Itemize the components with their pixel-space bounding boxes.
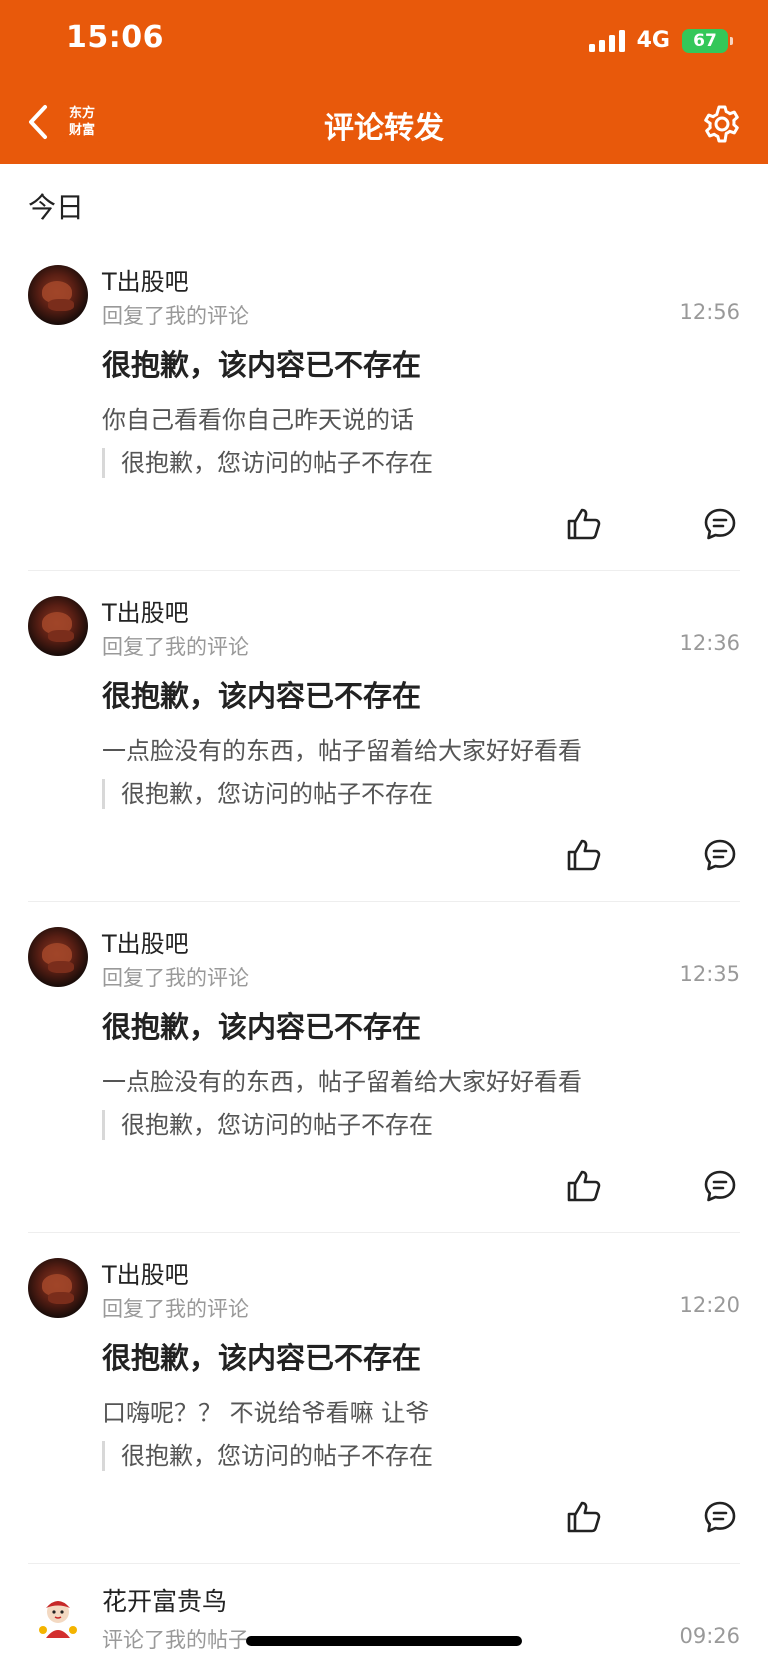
- battery-icon: 67: [682, 28, 733, 53]
- reply-headline[interactable]: 很抱歉，该内容已不存在: [102, 1004, 421, 1046]
- network-type: 4G: [636, 28, 670, 53]
- thumbs-up-icon: [567, 508, 601, 540]
- reply-headline[interactable]: 很抱歉，该内容已不存在: [102, 673, 421, 715]
- username[interactable]: T出股吧: [102, 593, 189, 628]
- thumbs-up-icon: [567, 1170, 601, 1202]
- page-title: 评论转发: [324, 111, 444, 146]
- username[interactable]: T出股吧: [102, 262, 189, 297]
- reply-button[interactable]: [700, 1497, 740, 1537]
- username[interactable]: T出股吧: [102, 1255, 189, 1290]
- list-item[interactable]: T出股吧 回复了我的评论 12:56 很抱歉，该内容已不存在 你自己看看你自己昨…: [0, 240, 768, 571]
- fortune-bird-avatar-icon: [29, 1589, 87, 1647]
- list-item[interactable]: 花开富贵鸟 评论了我的帖子 09:26: [0, 1564, 768, 1663]
- settings-button[interactable]: [700, 102, 744, 146]
- action-text: 回复了我的评论: [102, 304, 249, 328]
- comment-text[interactable]: 你自己看看你自己昨天说的话: [102, 400, 414, 435]
- comment-text[interactable]: 一点脸没有的东西，帖子留着给大家好好看看: [102, 731, 582, 766]
- avatar[interactable]: [28, 265, 88, 325]
- list-item[interactable]: T出股吧 回复了我的评论 12:36 很抱歉，该内容已不存在 一点脸没有的东西，…: [0, 571, 768, 902]
- like-button[interactable]: [564, 1166, 604, 1206]
- avatar[interactable]: [28, 1588, 88, 1648]
- timestamp: 12:56: [679, 300, 740, 324]
- section-label-today: 今日: [28, 191, 85, 224]
- notification-list: T出股吧 回复了我的评论 12:56 很抱歉，该内容已不存在 你自己看看你自己昨…: [0, 240, 768, 1663]
- quoted-post[interactable]: 很抱歉，您访问的帖子不存在: [102, 448, 433, 478]
- avatar[interactable]: [28, 596, 88, 656]
- status-indicators: 4G 67: [588, 28, 733, 53]
- thumbs-up-icon: [567, 1501, 601, 1533]
- timestamp: 09:26: [679, 1624, 740, 1648]
- action-text: 回复了我的评论: [102, 1297, 249, 1321]
- timestamp: 12:36: [679, 631, 740, 655]
- action-text: 回复了我的评论: [102, 635, 249, 659]
- home-indicator[interactable]: [246, 1636, 522, 1646]
- top-bar: 15:06 4G 67 东方 财富 评论转发: [0, 0, 768, 164]
- comment-bubble-icon: [704, 839, 736, 871]
- thumbs-up-icon: [567, 839, 601, 871]
- reply-button[interactable]: [700, 504, 740, 544]
- timestamp: 12:20: [679, 1293, 740, 1317]
- comment-text[interactable]: 口嗨呢？？ 不说给爷看嘛 让爷: [102, 1393, 429, 1428]
- battery-level: 67: [693, 30, 717, 51]
- action-text: 评论了我的帖子: [102, 1628, 249, 1652]
- like-button[interactable]: [564, 1497, 604, 1537]
- username[interactable]: 花开富贵鸟: [102, 1582, 227, 1618]
- username[interactable]: T出股吧: [102, 924, 189, 959]
- avatar[interactable]: [28, 1258, 88, 1318]
- avatar[interactable]: [28, 927, 88, 987]
- comment-text[interactable]: 一点脸没有的东西，帖子留着给大家好好看看: [102, 1062, 582, 1097]
- like-button[interactable]: [564, 835, 604, 875]
- gear-icon: [704, 105, 739, 143]
- quoted-post[interactable]: 很抱歉，您访问的帖子不存在: [102, 1110, 433, 1140]
- action-text: 回复了我的评论: [102, 966, 249, 990]
- status-time: 15:06: [66, 20, 164, 55]
- signal-icon: [588, 29, 625, 52]
- reply-headline[interactable]: 很抱歉，该内容已不存在: [102, 342, 421, 384]
- comment-bubble-icon: [704, 1501, 736, 1533]
- reply-button[interactable]: [700, 835, 740, 875]
- reply-headline[interactable]: 很抱歉，该内容已不存在: [102, 1335, 421, 1377]
- like-button[interactable]: [564, 504, 604, 544]
- comment-bubble-icon: [704, 508, 736, 540]
- reply-button[interactable]: [700, 1166, 740, 1206]
- quoted-post[interactable]: 很抱歉，您访问的帖子不存在: [102, 779, 433, 809]
- quoted-post[interactable]: 很抱歉，您访问的帖子不存在: [102, 1441, 433, 1471]
- timestamp: 12:35: [679, 962, 740, 986]
- list-item[interactable]: T出股吧 回复了我的评论 12:20 很抱歉，该内容已不存在 口嗨呢？？ 不说给…: [0, 1233, 768, 1564]
- list-item[interactable]: T出股吧 回复了我的评论 12:35 很抱歉，该内容已不存在 一点脸没有的东西，…: [0, 902, 768, 1233]
- comment-bubble-icon: [704, 1170, 736, 1202]
